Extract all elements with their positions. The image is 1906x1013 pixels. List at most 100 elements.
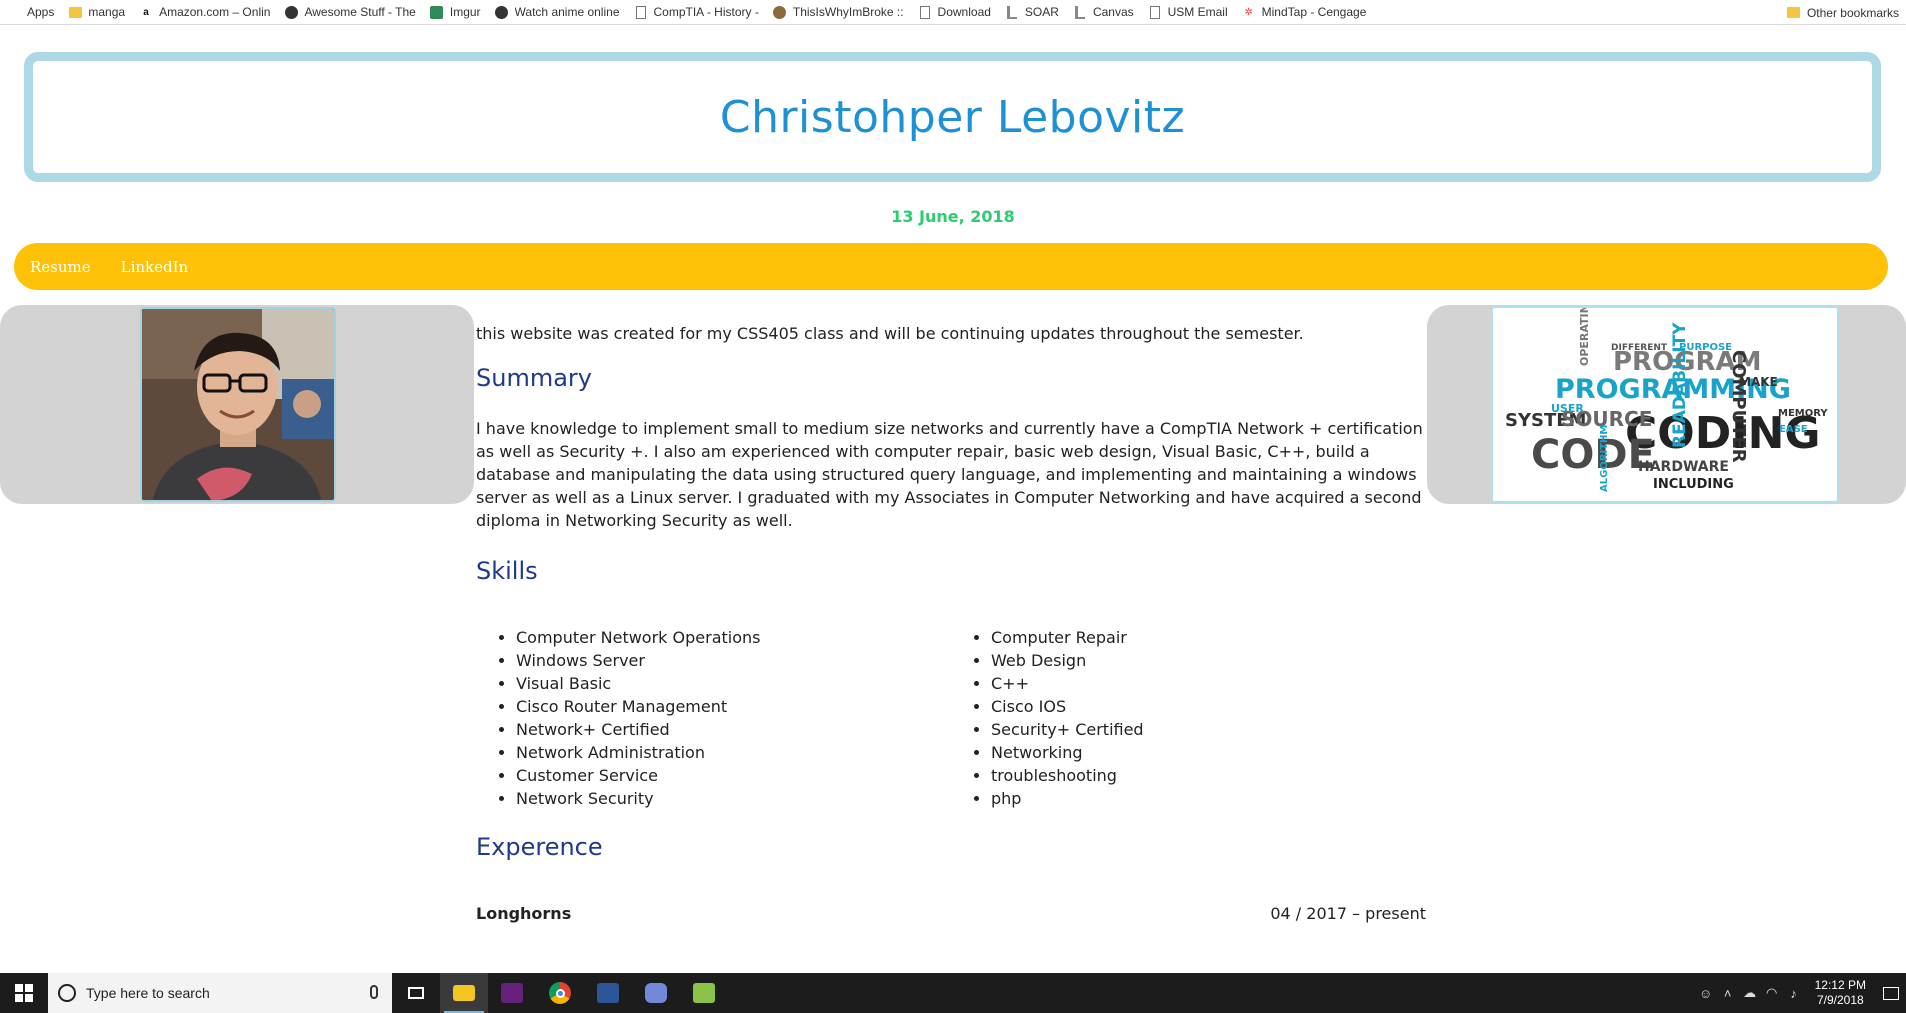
wordcloud-word: CODE	[1531, 432, 1655, 478]
site-icon	[495, 5, 509, 19]
job-dates: 04 / 2017 – present	[1270, 904, 1426, 923]
clock[interactable]: 12:12 PM 7/9/2018	[1815, 978, 1866, 1008]
wordcloud-word: INCLUDING	[1653, 477, 1734, 492]
wordcloud-word: MEMORY	[1778, 408, 1828, 419]
search-placeholder: Type here to search	[86, 985, 210, 1001]
list-item: C++	[991, 672, 1426, 695]
list-item: Cisco Router Management	[516, 695, 951, 718]
cortana-icon	[58, 984, 76, 1002]
wordcloud-word: OPERATING	[1578, 308, 1591, 366]
bookmark-watch-anime[interactable]: Watch anime online	[488, 0, 627, 24]
skills-list-left: Computer Network Operations Windows Serv…	[476, 626, 951, 810]
wifi-icon[interactable]: ◠	[1761, 985, 1783, 1001]
list-item: Cisco IOS	[991, 695, 1426, 718]
notification-icon	[1883, 986, 1899, 1000]
imgur-icon	[430, 5, 444, 19]
page-icon	[918, 5, 932, 19]
list-item: Networking	[991, 741, 1426, 764]
action-center-button[interactable]	[1876, 986, 1906, 1000]
people-icon[interactable]: ☺	[1695, 986, 1717, 1001]
programming-word-cloud-image: PROGRAM PROGRAMMING CODING CODE SYSTEM S…	[1491, 306, 1839, 503]
bookmark-manga[interactable]: manga	[61, 0, 132, 24]
list-item: Customer Service	[516, 764, 951, 787]
clock-date: 7/9/2018	[1816, 993, 1864, 1007]
apps-grid-icon	[7, 5, 21, 19]
header-box: Christohper Lebovitz	[24, 52, 1881, 182]
summary-heading: Summary	[476, 364, 592, 392]
taskbar-chrome[interactable]	[536, 973, 584, 1013]
bookmark-download[interactable]: Download	[911, 0, 998, 24]
wordcloud-word: HARDWARE	[1638, 459, 1729, 475]
list-item: Visual Basic	[516, 672, 951, 695]
onedrive-icon[interactable]: ☁	[1739, 985, 1761, 1001]
bookmark-soar[interactable]: SOAR	[998, 0, 1066, 24]
page-icon	[1148, 5, 1162, 19]
bookmark-usm-email[interactable]: USM Email	[1141, 0, 1235, 24]
skills-list-right: Computer Repair Web Design C++ Cisco IOS…	[951, 626, 1426, 810]
task-view-icon	[408, 987, 424, 999]
wordcloud-word: READABILITY	[1670, 322, 1690, 448]
file-explorer-icon	[453, 985, 475, 1001]
intro-text: this website was created for my CSS405 c…	[476, 324, 1304, 343]
wordcloud-word: EASE	[1779, 424, 1808, 435]
bookmark-comptia[interactable]: CompTIA - History -	[627, 0, 766, 24]
list-item: Network+ Certified	[516, 718, 951, 741]
start-button[interactable]	[0, 973, 48, 1013]
wordcloud-word: USER	[1551, 402, 1584, 415]
bookmark-mindtap[interactable]: ✲ MindTap - Cengage	[1235, 0, 1374, 24]
amazon-icon: a	[143, 6, 149, 18]
chrome-icon	[549, 982, 571, 1004]
nav-link-resume[interactable]: Resume	[30, 258, 91, 276]
folder-icon	[1787, 6, 1801, 20]
taskbar: Type here to search ☺ ˄ ☁ ◠ ♪ 12:12 PM 7…	[0, 973, 1906, 1013]
main-content: this website was created for my CSS405 c…	[476, 322, 1426, 925]
wordcloud-word: PURPOSE	[1679, 342, 1732, 353]
bookmark-amazon[interactable]: a Amazon.com – Onlin	[132, 0, 277, 24]
nav-link-linkedin[interactable]: LinkedIn	[121, 258, 189, 276]
taskbar-discord[interactable]	[632, 973, 680, 1013]
list-item: Security+ Certified	[991, 718, 1426, 741]
taskbar-file-explorer[interactable]	[440, 973, 488, 1013]
list-item: php	[991, 787, 1426, 810]
experience-heading: Experence	[476, 833, 603, 861]
bookmark-canvas[interactable]: Canvas	[1066, 0, 1141, 24]
nav-bar: Resume LinkedIn	[14, 243, 1888, 290]
job-entry: Longhorns 04 / 2017 – present	[476, 902, 1426, 925]
spreadsheet-icon	[693, 983, 715, 1003]
discord-icon	[645, 983, 667, 1003]
microphone-icon[interactable]	[370, 985, 378, 999]
taskbar-word[interactable]	[584, 973, 632, 1013]
site-icon	[773, 5, 787, 19]
bookmark-thisiswhyimbroke[interactable]: ThisIsWhyImBroke ::	[766, 0, 911, 24]
task-view-button[interactable]	[392, 973, 440, 1013]
site-icon	[284, 5, 298, 19]
bookmark-awesome-stuff[interactable]: Awesome Stuff - The	[277, 0, 422, 24]
tower-icon	[1005, 5, 1019, 19]
bookmark-other[interactable]: Other bookmarks	[1780, 0, 1906, 24]
page-date: 13 June, 2018	[891, 207, 1015, 226]
skills-heading: Skills	[476, 557, 538, 585]
volume-icon[interactable]: ♪	[1783, 986, 1805, 1001]
bookmark-imgur[interactable]: Imgur	[423, 0, 488, 24]
taskbar-spreadsheet[interactable]	[680, 973, 728, 1013]
page-icon	[634, 5, 648, 19]
wordcloud-word: MAKE	[1739, 375, 1778, 389]
bookmark-apps[interactable]: Apps	[0, 0, 61, 24]
list-item: Web Design	[991, 649, 1426, 672]
visual-studio-icon	[501, 983, 523, 1003]
list-item: Network Security	[516, 787, 951, 810]
list-item: Windows Server	[516, 649, 951, 672]
chevron-up-icon[interactable]: ˄	[1717, 986, 1739, 1001]
folder-icon	[68, 5, 82, 19]
wordcloud-word: COMPUTER	[1728, 350, 1749, 463]
word-icon	[597, 983, 619, 1003]
taskbar-visual-studio[interactable]	[488, 973, 536, 1013]
wordcloud-word: ALGORITHM	[1599, 425, 1610, 492]
page-title: Christohper Lebovitz	[719, 91, 1186, 143]
taskbar-search-box[interactable]: Type here to search	[48, 973, 392, 1013]
list-item: Network Administration	[516, 741, 951, 764]
mindtap-icon: ✲	[1244, 6, 1253, 18]
list-item: troubleshooting	[991, 764, 1426, 787]
summary-text: I have knowledge to implement small to m…	[476, 419, 1423, 530]
list-item: Computer Repair	[991, 626, 1426, 649]
